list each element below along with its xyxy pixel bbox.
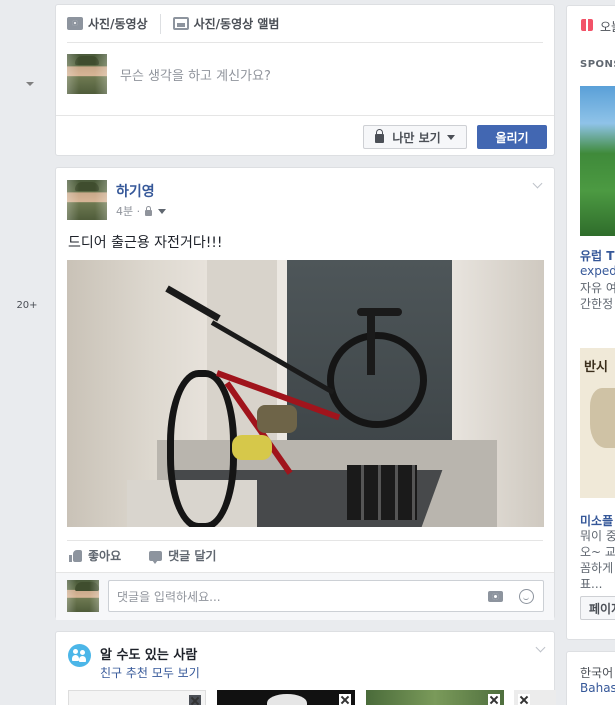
- ad-headline[interactable]: 유럽 TO: [580, 247, 615, 264]
- ad-headline[interactable]: 미소플: [580, 512, 613, 529]
- album-icon: [172, 17, 189, 30]
- left-nav-column: 20+: [0, 0, 54, 705]
- close-icon[interactable]: [339, 694, 351, 705]
- tab-divider: [159, 13, 161, 34]
- privacy-lock-icon: [145, 205, 153, 216]
- post-timestamp[interactable]: 4분 ·: [116, 203, 140, 219]
- language-box: 한국어 Bahasa: [566, 651, 615, 705]
- post-meta: 4분 ·: [116, 203, 167, 219]
- post-actions: 좋아요 댓글 달기: [67, 540, 543, 570]
- audience-caret-icon[interactable]: [158, 208, 167, 214]
- see-all-friend-suggestions-link[interactable]: 친구 추천 모두 보기: [100, 664, 200, 681]
- author-avatar[interactable]: [67, 180, 107, 220]
- composer-body[interactable]: 무슨 생각을 하고 계신가요?: [67, 54, 271, 94]
- tab-photo-video-label: 사진/동영상: [88, 17, 148, 31]
- privacy-label: 나만 보기: [392, 130, 441, 145]
- comment-input[interactable]: 댓글을 입력하세요...: [108, 580, 544, 612]
- feed-post: 하기영 4분 · 드디어 출근용 자전거다!!! 좋아요 댓글 달기 댓글을 입…: [55, 167, 555, 620]
- emoji-icon[interactable]: [519, 589, 534, 604]
- ad-text: 뭐이 중: [580, 529, 615, 543]
- left-nav-more-count[interactable]: 20+: [0, 300, 54, 311]
- like-page-button[interactable]: 페이지: [580, 596, 615, 620]
- ad-image[interactable]: [580, 86, 615, 236]
- tab-photo-album[interactable]: 사진/동영상 앨범: [172, 15, 280, 32]
- ad-image-text: 반시: [584, 360, 608, 375]
- suggestion-card[interactable]: [217, 690, 355, 705]
- composer-tabs: 사진/동영상 사진/동영상 앨범: [67, 5, 543, 43]
- thumbs-up-icon: [69, 549, 82, 562]
- ad-text: 오~ 교: [580, 545, 615, 559]
- comment-icon: [149, 550, 163, 564]
- chevron-down-icon[interactable]: [26, 82, 34, 86]
- ad-text: 표...: [580, 577, 603, 591]
- birthdays-link[interactable]: 오늘: [600, 18, 615, 35]
- suggestion-card[interactable]: [366, 690, 504, 705]
- avatar[interactable]: [67, 54, 107, 94]
- close-icon[interactable]: [189, 695, 201, 705]
- ad-text: 자유 여: [580, 281, 615, 295]
- gift-icon: [581, 19, 593, 31]
- comment-label: 댓글 달기: [168, 549, 217, 563]
- comment-placeholder: 댓글을 입력하세요...: [117, 589, 221, 604]
- suggestion-card[interactable]: [68, 690, 206, 705]
- sponsored-label: SPONSORED: [580, 59, 615, 70]
- post-text: 드디어 출근용 자전거다!!!: [68, 235, 223, 251]
- post-author-name[interactable]: 하기영: [116, 181, 155, 201]
- tab-photo-video[interactable]: 사진/동영상: [67, 15, 148, 32]
- ad-text: 꼼하게: [580, 561, 614, 575]
- tab-photo-album-label: 사진/동영상 앨범: [193, 17, 280, 31]
- pymk-title: 알 수도 있는 사람: [100, 648, 198, 663]
- current-language: 한국어: [580, 666, 614, 680]
- suggestion-card[interactable]: [514, 690, 556, 705]
- pymk-options-chevron-icon[interactable]: [535, 642, 546, 653]
- caret-down-icon: [446, 134, 455, 140]
- camera-icon[interactable]: [488, 591, 503, 602]
- commenter-avatar[interactable]: [67, 580, 99, 612]
- close-icon[interactable]: [518, 694, 530, 705]
- comment-button[interactable]: 댓글 달기: [149, 547, 216, 564]
- close-icon[interactable]: [488, 694, 500, 705]
- ad-image[interactable]: 반시: [580, 348, 615, 498]
- post-button[interactable]: 올리기: [477, 125, 547, 149]
- like-label: 좋아요: [88, 549, 122, 563]
- post-photo[interactable]: [67, 260, 544, 527]
- right-sidebar: 오늘 SPONSORED 유럽 TO expedia 자유 여 간한정 반시 미…: [566, 5, 615, 640]
- comment-area: 댓글을 입력하세요...: [56, 572, 554, 620]
- privacy-selector-button[interactable]: 나만 보기: [363, 125, 467, 149]
- lock-icon: [375, 129, 385, 143]
- friends-icon: [68, 644, 91, 667]
- composer-input[interactable]: 무슨 생각을 하고 계신가요?: [120, 65, 271, 84]
- language-link[interactable]: Bahasa: [580, 681, 615, 695]
- people-you-may-know: 알 수도 있는 사람 친구 추천 모두 보기: [55, 631, 556, 705]
- post-composer: 사진/동영상 사진/동영상 앨범 무슨 생각을 하고 계신가요? 나만 보기 올…: [55, 4, 555, 156]
- ad-text: 간한정: [580, 297, 614, 311]
- composer-footer: 나만 보기 올리기: [56, 115, 554, 157]
- camera-icon: [67, 17, 83, 30]
- like-button[interactable]: 좋아요: [69, 547, 121, 564]
- post-options-chevron-icon[interactable]: [532, 178, 544, 190]
- ad-domain[interactable]: expedia: [580, 264, 615, 278]
